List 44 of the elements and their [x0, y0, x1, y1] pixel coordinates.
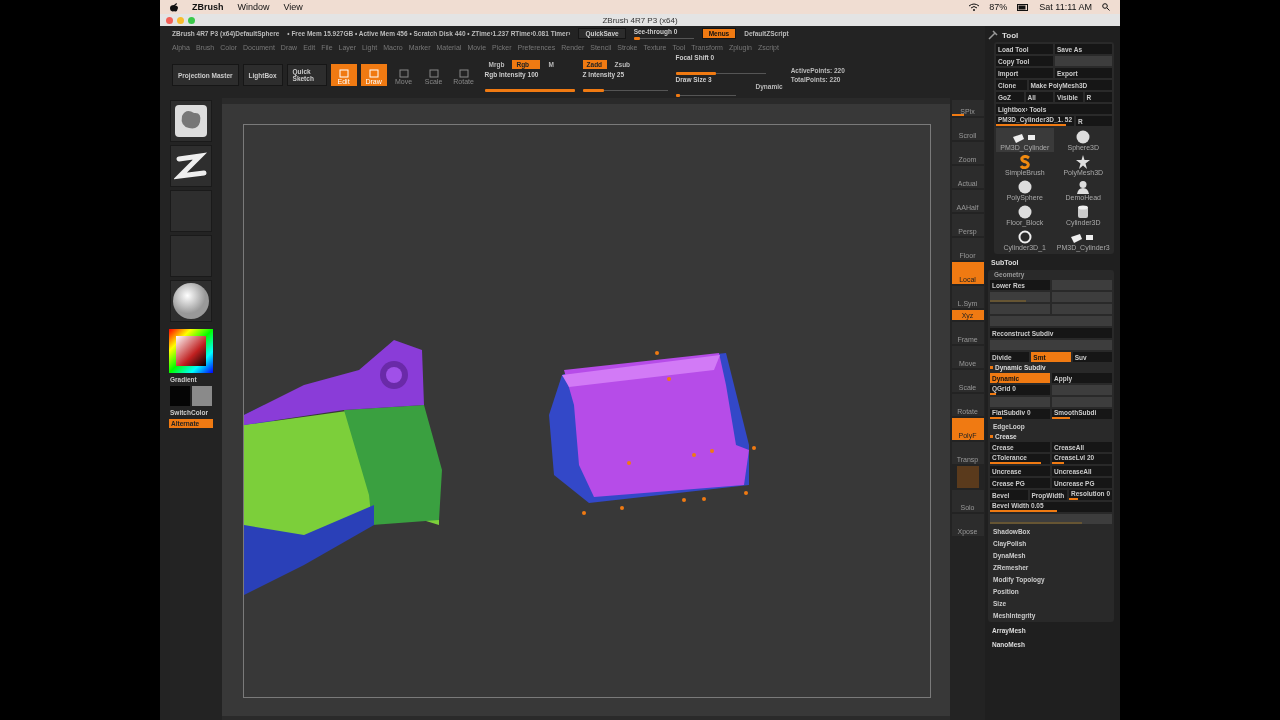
mode-tool-icon	[428, 69, 439, 78]
menu-item[interactable]: View	[283, 2, 303, 12]
ghost-button[interactable]	[956, 466, 979, 488]
search-icon[interactable]	[1102, 3, 1110, 11]
head-silhouette-icon	[1076, 180, 1091, 194]
menu-clock[interactable]: Sat 11:11 AM	[1039, 2, 1092, 12]
sphere-icon	[1076, 130, 1091, 144]
apple-logo-icon[interactable]	[170, 2, 178, 12]
battery-percentage: 87%	[989, 2, 1008, 12]
s-brush-icon	[1018, 155, 1031, 169]
color-picker[interactable]	[169, 329, 213, 373]
cylinder-icon	[1077, 205, 1090, 219]
section-marker	[990, 366, 993, 369]
mode-tool-icon	[368, 69, 379, 78]
battery-icon[interactable]	[1017, 3, 1030, 11]
secondary-color-swatch[interactable]	[192, 386, 212, 406]
slider[interactable]	[990, 514, 1112, 524]
hammer-icon	[988, 30, 998, 40]
close-icon[interactable]	[166, 16, 173, 24]
mode-tool-icon	[338, 69, 349, 78]
shelf-thumbnail[interactable]	[170, 145, 212, 187]
stroke-squiggle-icon	[174, 151, 208, 181]
slider[interactable]	[990, 292, 1050, 302]
mode-tool-icon	[398, 69, 409, 78]
sphere-icon	[1017, 180, 1032, 194]
shelf-thumbnail[interactable]	[170, 280, 212, 322]
brush-blob-icon	[174, 104, 208, 138]
star-icon	[1076, 155, 1091, 169]
ring-icon	[1017, 230, 1032, 244]
menu-item[interactable]: Window	[237, 2, 270, 12]
menu-item[interactable]: ZBrush	[192, 2, 224, 12]
section-marker	[990, 435, 993, 438]
shelf-thumbnail[interactable]	[170, 100, 212, 142]
primary-color-swatch[interactable]	[170, 386, 190, 406]
mode-tool-icon	[458, 69, 469, 78]
mesh-icon	[1011, 132, 1038, 144]
palette-title: Tool	[1002, 30, 1019, 40]
document-canvas[interactable]	[222, 104, 950, 716]
wifi-icon[interactable]	[969, 3, 980, 11]
minimize-icon[interactable]	[177, 16, 184, 24]
maximize-icon[interactable]	[188, 16, 195, 24]
sphere-icon	[1017, 205, 1032, 219]
window-title: ZBrush 4R7 P3 (x64)	[601, 15, 679, 25]
sphere-icon	[172, 282, 210, 320]
